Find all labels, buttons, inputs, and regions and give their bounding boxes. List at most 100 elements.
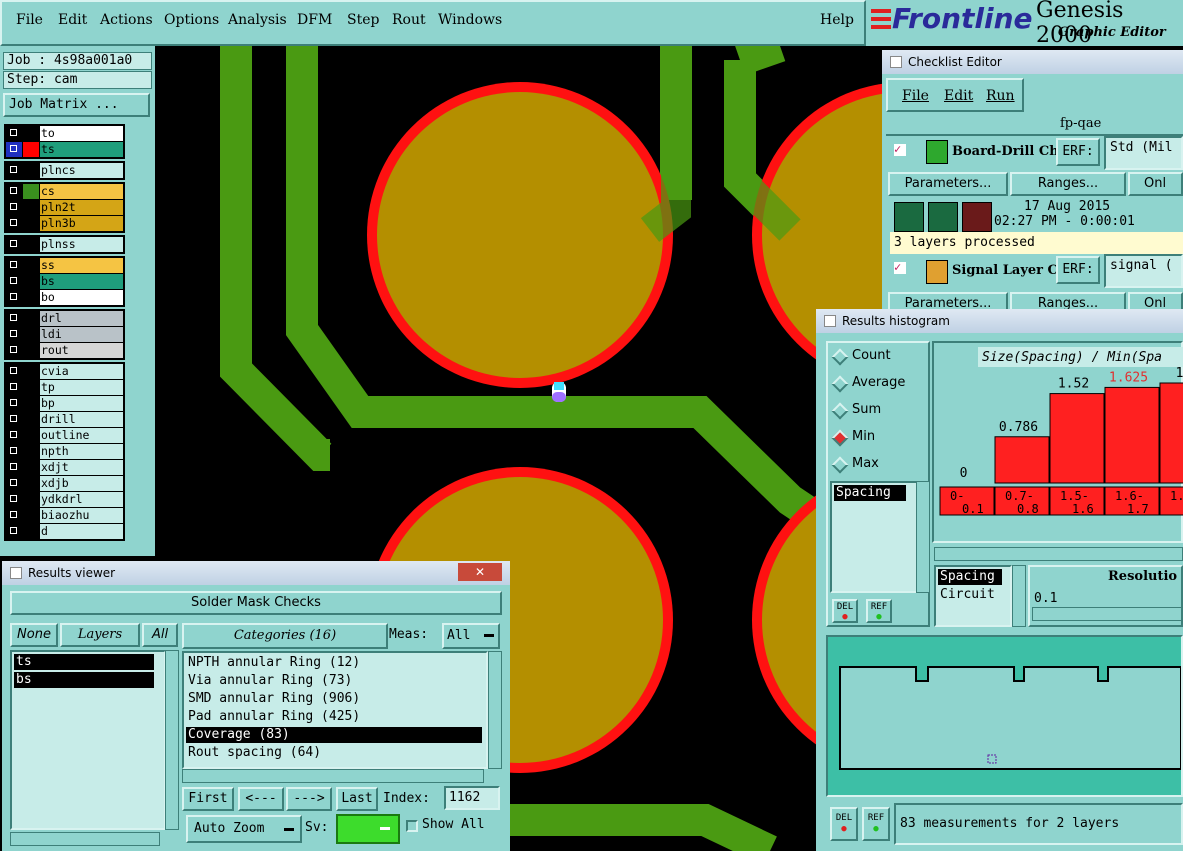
prev-button[interactable]: <--- (238, 787, 284, 811)
list-item[interactable]: ts (14, 654, 154, 670)
layers-none-button[interactable]: None (10, 623, 58, 647)
histogram-hscrollbar[interactable] (934, 547, 1183, 561)
layer-row-xdjt[interactable]: xdjt (6, 460, 123, 475)
run-icon[interactable] (894, 202, 924, 232)
layer-checkbox[interactable] (6, 142, 22, 157)
layer-color-swatch[interactable] (23, 343, 39, 358)
layer-color-swatch[interactable] (23, 163, 39, 178)
checklist-menu-edit[interactable]: Edit (944, 88, 973, 104)
list-item[interactable]: bs (14, 672, 154, 688)
layer-color-swatch[interactable] (23, 274, 39, 289)
layer-color-swatch[interactable] (23, 311, 39, 326)
item1-onl-button[interactable]: Onl (1128, 172, 1183, 196)
layer-checkbox[interactable] (6, 343, 22, 358)
layer-checkbox[interactable] (6, 216, 22, 231)
category-item[interactable]: Via annular Ring (73) (186, 673, 482, 689)
run-icon[interactable] (928, 202, 958, 232)
layer-color-swatch[interactable] (23, 492, 39, 507)
category-item[interactable]: NPTH annular Ring (12) (186, 655, 482, 671)
category-item[interactable]: SMD annular Ring (906) (186, 691, 482, 707)
layer-row-drl[interactable]: drl (6, 311, 123, 326)
category-item[interactable]: Rout spacing (64) (186, 745, 482, 761)
layer-color-swatch[interactable] (23, 216, 39, 231)
layers-all-button[interactable]: All (142, 623, 178, 647)
layer-checkbox[interactable] (6, 412, 22, 427)
layer-checkbox[interactable] (6, 200, 22, 215)
resolution-slider[interactable] (1032, 607, 1182, 621)
layer-checkbox[interactable] (6, 364, 22, 379)
menu-windows[interactable]: Windows (438, 12, 502, 28)
menu-analysis[interactable]: Analysis (228, 12, 287, 28)
result-layer-list[interactable]: ts bs (10, 650, 166, 830)
layer-row-bo[interactable]: bo (6, 290, 123, 305)
menu-step[interactable]: Step (347, 12, 379, 28)
job-matrix-button[interactable]: Job Matrix ... (3, 93, 150, 117)
meas-select[interactable]: All (442, 623, 500, 649)
del-button[interactable]: DEL ● (832, 599, 858, 623)
layer-list-scrollbar[interactable] (1012, 565, 1026, 627)
categories-button[interactable]: Categories (16) (182, 623, 388, 649)
results-viewer-titlebar[interactable]: Results viewer ✕ (2, 561, 510, 585)
layer-checkbox[interactable] (6, 476, 22, 491)
layer-color-swatch[interactable] (23, 508, 39, 523)
last-button[interactable]: Last (336, 787, 378, 811)
layer-color-swatch[interactable] (23, 258, 39, 273)
layer-color-swatch[interactable] (23, 396, 39, 411)
layer-row-xdjb[interactable]: xdjb (6, 476, 123, 491)
category-item[interactable]: Coverage (83) (186, 727, 482, 743)
layer-color-swatch[interactable] (23, 200, 39, 215)
layer-checkbox[interactable] (6, 460, 22, 475)
zoom-select[interactable]: Auto Zoom (186, 815, 302, 843)
layer-checkbox[interactable] (6, 311, 22, 326)
layer-checkbox[interactable] (6, 184, 22, 199)
run-icon[interactable] (962, 202, 992, 232)
layer-row-rout[interactable]: rout (6, 343, 123, 358)
layer-color-swatch[interactable] (23, 380, 39, 395)
item1-checkbox[interactable]: ✓ (894, 143, 906, 156)
layer-row-bs[interactable]: bs (6, 274, 123, 289)
item2-erf-value[interactable]: signal ( (1104, 254, 1183, 288)
layer-color-swatch[interactable] (23, 444, 39, 459)
histogram-measure-list[interactable]: Spacing (830, 481, 920, 593)
item2-checkbox[interactable]: ✓ (894, 261, 906, 274)
layer-color-swatch[interactable] (23, 237, 39, 252)
ref-button[interactable]: REF ● (866, 599, 892, 623)
next-button[interactable]: ---> (286, 787, 332, 811)
layer-checkbox[interactable] (6, 126, 22, 141)
layer-color-swatch[interactable] (23, 524, 39, 539)
layer-list-hscrollbar[interactable] (10, 832, 160, 846)
layer-color-swatch[interactable] (23, 476, 39, 491)
item2-erf-button[interactable]: ERF: (1056, 256, 1100, 284)
categories-scrollbar[interactable] (488, 651, 502, 769)
histogram-titlebar[interactable]: Results histogram (816, 309, 1183, 333)
categories-list[interactable]: NPTH annular Ring (12) Via annular Ring (… (182, 651, 488, 769)
layer-checkbox[interactable] (6, 508, 22, 523)
layer-checkbox[interactable] (6, 163, 22, 178)
layer-color-swatch[interactable] (23, 290, 39, 305)
checklist-menu-file[interactable]: File (902, 88, 929, 104)
layer-row-outline[interactable]: outline (6, 428, 123, 443)
checklist-editor-titlebar[interactable]: Checklist Editor (882, 50, 1183, 74)
layer-row-pln2t[interactable]: pln2t (6, 200, 123, 215)
layer-row-to[interactable]: to (6, 126, 123, 141)
menu-options[interactable]: Options (164, 12, 219, 28)
layer-row-pln3b[interactable]: pln3b (6, 216, 123, 231)
layer-checkbox[interactable] (6, 258, 22, 273)
layer-checkbox[interactable] (6, 524, 22, 539)
histogram-layer-list[interactable]: Spacing Circuit (934, 565, 1012, 627)
show-all-checkbox[interactable] (406, 820, 418, 832)
layer-color-swatch[interactable] (23, 428, 39, 443)
layer-checkbox[interactable] (6, 444, 22, 459)
layer-checkbox[interactable] (6, 327, 22, 342)
layer-row-ts[interactable]: ts (6, 142, 123, 157)
category-item[interactable]: Pad annular Ring (425) (186, 709, 482, 725)
list-item[interactable]: Spacing (834, 485, 906, 501)
list-item[interactable]: Circuit (938, 587, 1002, 603)
item1-erf-button[interactable]: ERF: (1056, 138, 1100, 166)
menu-dfm[interactable]: DFM (297, 12, 332, 28)
layer-row-plnss[interactable]: plnss (6, 237, 123, 252)
layer-row-biaozhu[interactable]: biaozhu (6, 508, 123, 523)
layer-checkbox[interactable] (6, 274, 22, 289)
checklist-menu-run[interactable]: Run (986, 88, 1015, 104)
layer-color-swatch[interactable] (23, 460, 39, 475)
